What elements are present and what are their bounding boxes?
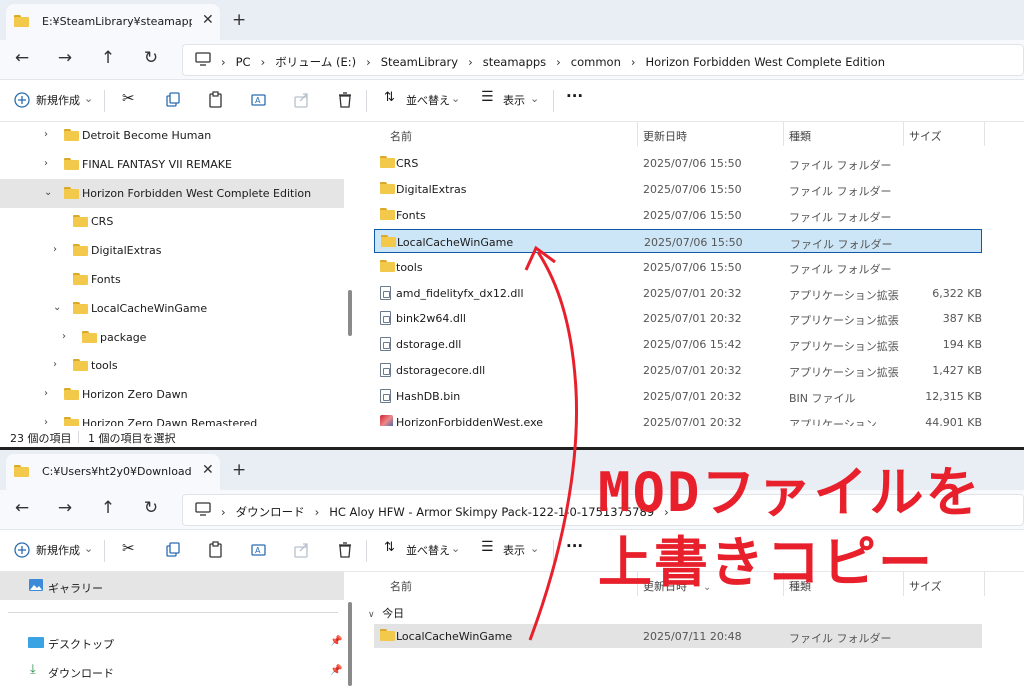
annotation-text-line1: MODファイルを (598, 461, 982, 524)
annotation-text-line2: 上書きコピー (598, 531, 934, 594)
